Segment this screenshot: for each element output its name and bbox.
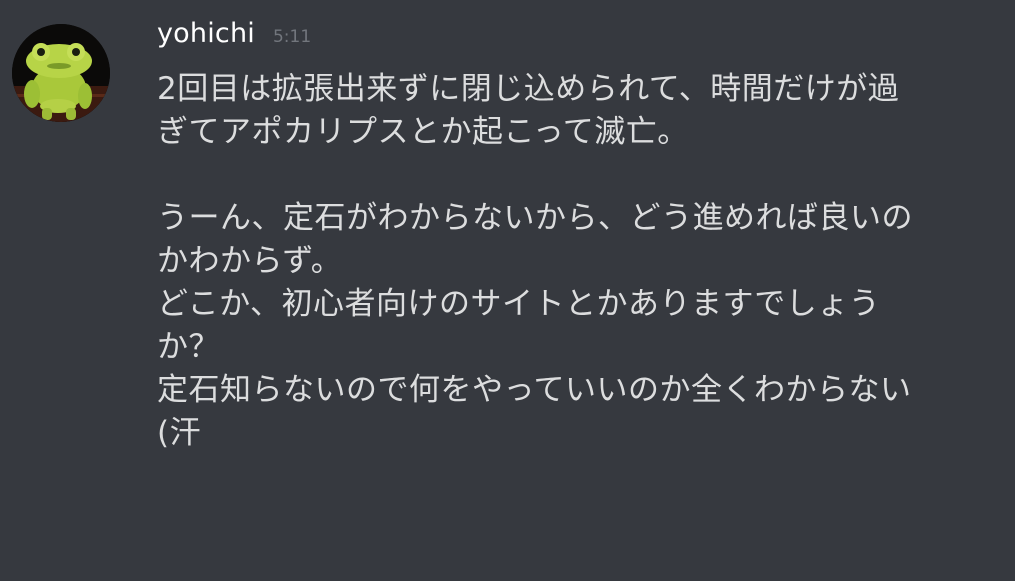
message-line: 定石知らないので何をやっていいのか全くわからない xyxy=(157,372,912,408)
frog-plush-icon xyxy=(12,24,110,122)
message-line: かわからず。 xyxy=(157,243,343,279)
message-line: うーん、定石がわからないから、どう進めれば良いの xyxy=(157,200,913,236)
username[interactable]: yohichi xyxy=(157,18,255,49)
message-body: 2回目は拡張出来ずに閉じ込められて、時間だけが過 ぎてアポカリプスとか起こって滅… xyxy=(157,68,1002,455)
message-header: yohichi 5:11 xyxy=(157,18,1007,62)
chat-message: yohichi 5:11 2回目は拡張出来ずに閉じ込められて、時間だけが過 ぎて… xyxy=(0,0,1015,581)
message-line: どこか、初心者向けのサイトとかありますでしょう xyxy=(157,286,881,322)
message-line: (汗 xyxy=(157,415,202,451)
message-content: yohichi 5:11 2回目は拡張出来ずに閉じ込められて、時間だけが過 ぎて… xyxy=(157,18,1007,455)
message-line: ぎてアポカリプスとか起こって滅亡。 xyxy=(157,114,689,150)
user-avatar[interactable] xyxy=(12,24,110,122)
message-line: か？ xyxy=(157,329,220,365)
timestamp[interactable]: 5:11 xyxy=(273,27,311,47)
message-line: 2回目は拡張出来ずに閉じ込められて、時間だけが過 xyxy=(157,71,900,107)
